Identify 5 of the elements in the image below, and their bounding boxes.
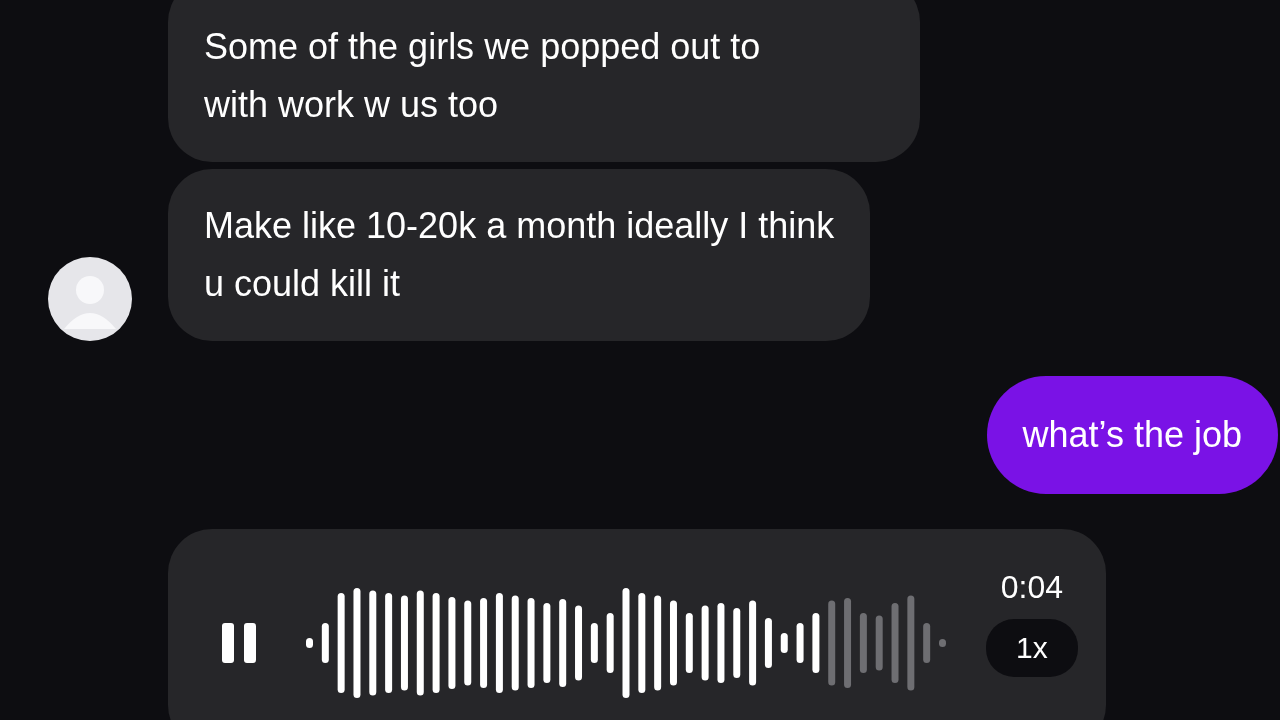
duration-text: 0:04 [1000, 569, 1063, 605]
speed-button[interactable]: 1x [986, 619, 1078, 677]
message-text: Make like 10-20k a month ideally I think u could kill it [204, 204, 835, 306]
message-text: what’s the job [1022, 413, 1242, 457]
message-text: Some of the girls we popped out to with work w us too [204, 25, 761, 127]
